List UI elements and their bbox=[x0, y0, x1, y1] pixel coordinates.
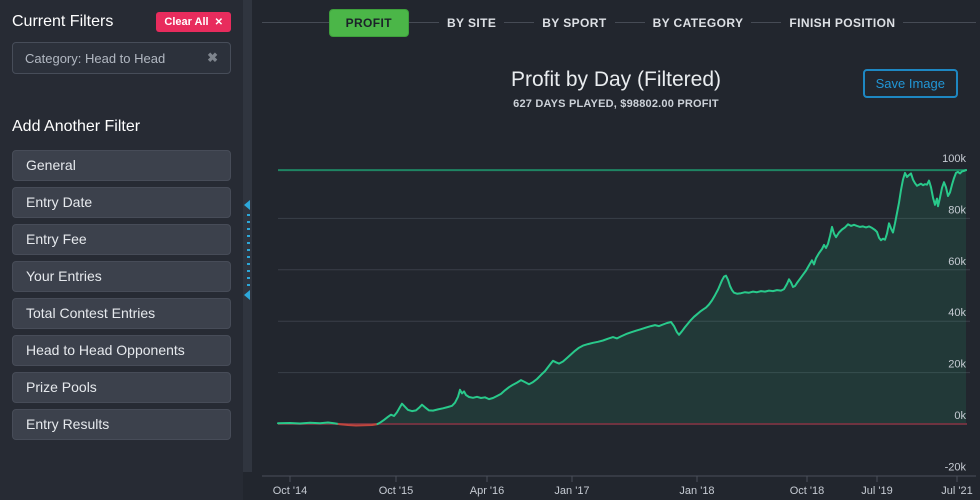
x-axis-label: Oct '14 bbox=[273, 485, 308, 497]
active-filters-list: Category: Head to Head ✖ bbox=[12, 42, 231, 74]
filter-button-your-entries[interactable]: Your Entries bbox=[12, 261, 231, 292]
filter-chip-label: Category: Head to Head bbox=[25, 50, 166, 66]
filter-button-entry-results[interactable]: Entry Results bbox=[12, 409, 231, 440]
x-axis-label: Jul '19 bbox=[861, 485, 892, 497]
filter-buttons-list: General Entry Date Entry Fee Your Entries To… bbox=[12, 150, 231, 440]
filter-button-entry-date[interactable]: Entry Date bbox=[12, 187, 231, 218]
sidebar-header: Current Filters Clear All ✕ bbox=[12, 12, 231, 32]
add-filter-title: Add Another Filter bbox=[12, 118, 141, 135]
collapse-arrow-icon[interactable] bbox=[244, 290, 250, 300]
divider-drag-dots[interactable] bbox=[247, 214, 250, 288]
y-axis-label: 60k bbox=[948, 256, 966, 268]
remove-filter-icon[interactable]: ✖ bbox=[207, 50, 218, 66]
filter-button-head-to-head-opponents[interactable]: Head to Head Opponents bbox=[12, 335, 231, 366]
filter-button-entry-fee[interactable]: Entry Fee bbox=[12, 224, 231, 255]
y-axis-label: 20k bbox=[948, 359, 966, 371]
y-axis-label: 40k bbox=[948, 307, 966, 319]
filter-chip: Category: Head to Head ✖ bbox=[12, 42, 231, 74]
x-icon: ✕ bbox=[214, 16, 223, 28]
y-axis-label: 80k bbox=[948, 204, 966, 216]
clear-all-label: Clear All bbox=[164, 16, 209, 28]
collapse-arrow-icon[interactable] bbox=[244, 200, 250, 210]
filters-sidebar: Current Filters Clear All ✕ Category: He… bbox=[0, 0, 243, 500]
profit-chart[interactable]: Oct '14 Oct '15 Apr '16 Jan '17 Jan '18 Oct '… bbox=[252, 0, 980, 500]
current-filters-title: Current Filters bbox=[12, 13, 114, 30]
filter-button-general[interactable]: General bbox=[12, 150, 231, 181]
x-axis-label: Jul '21 bbox=[941, 485, 972, 497]
clear-all-button[interactable]: Clear All ✕ bbox=[156, 12, 231, 32]
y-axis-label: 100k bbox=[942, 153, 966, 165]
x-axis-label: Jan '18 bbox=[679, 485, 714, 497]
filter-button-prize-pools[interactable]: Prize Pools bbox=[12, 372, 231, 403]
y-axis-label: -20k bbox=[945, 461, 967, 473]
x-axis-label: Oct '18 bbox=[790, 485, 825, 497]
x-axis-label: Oct '15 bbox=[379, 485, 414, 497]
chart-panel: PROFIT BY SITE BY SPORT BY CATEGORY FINISH P… bbox=[252, 0, 980, 500]
x-axis-label: Apr '16 bbox=[470, 485, 505, 497]
x-axis-label: Jan '17 bbox=[554, 485, 589, 497]
filter-button-total-contest-entries[interactable]: Total Contest Entries bbox=[12, 298, 231, 329]
y-axis-label: 0k bbox=[954, 410, 966, 422]
profit-area bbox=[278, 170, 966, 424]
